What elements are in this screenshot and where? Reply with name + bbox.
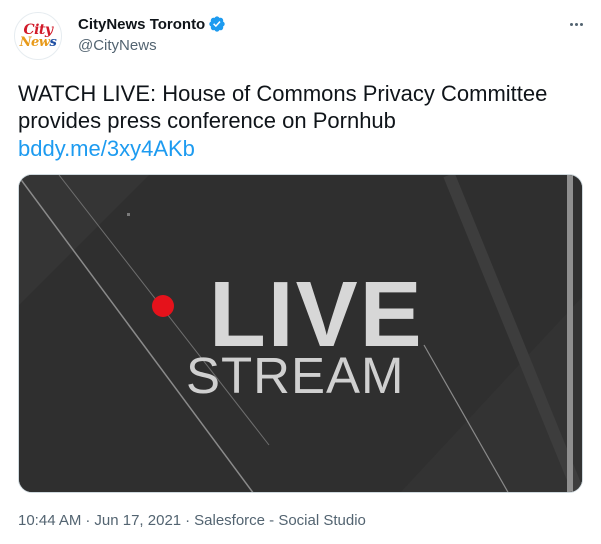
more-dot-icon xyxy=(569,22,573,26)
more-options-icon[interactable] xyxy=(565,13,587,35)
meta-separator: · xyxy=(85,512,91,529)
tweet-card: City News CityNews Toronto @CityNews WAT… xyxy=(0,0,601,544)
media-live-stream-image[interactable]: LIVE STREAM xyxy=(18,174,583,493)
name-row: CityNews Toronto xyxy=(78,15,226,33)
live-title: LIVE xyxy=(209,262,424,366)
tweet-link[interactable]: bddy.me/3xy4AKb xyxy=(18,135,195,162)
meta-separator: · xyxy=(185,512,191,529)
more-dot-icon xyxy=(574,22,578,26)
tweet-time[interactable]: 10:44 AM xyxy=(18,512,81,529)
avatar-logo-line2-a: New xyxy=(19,35,50,50)
stream-subtitle: STREAM xyxy=(186,347,405,404)
verified-badge-icon xyxy=(208,15,226,33)
avatar[interactable]: City News xyxy=(14,12,62,60)
tweet-date[interactable]: Jun 17, 2021 xyxy=(94,512,181,529)
avatar-logo-line2: News xyxy=(20,36,57,49)
handle[interactable]: @CityNews xyxy=(78,37,157,54)
tweet-metadata: 10:44 AM · Jun 17, 2021 · Salesforce - Socia… xyxy=(18,512,366,529)
tweet-source[interactable]: Salesforce - Social Studio xyxy=(194,512,366,529)
live-indicator-dot xyxy=(152,295,174,317)
avatar-logo-line2-b: s xyxy=(49,35,57,50)
more-dot-icon xyxy=(579,22,583,26)
tweet-text: WATCH LIVE: House of Commons Privacy Com… xyxy=(18,81,548,133)
display-name[interactable]: CityNews Toronto xyxy=(78,16,205,33)
